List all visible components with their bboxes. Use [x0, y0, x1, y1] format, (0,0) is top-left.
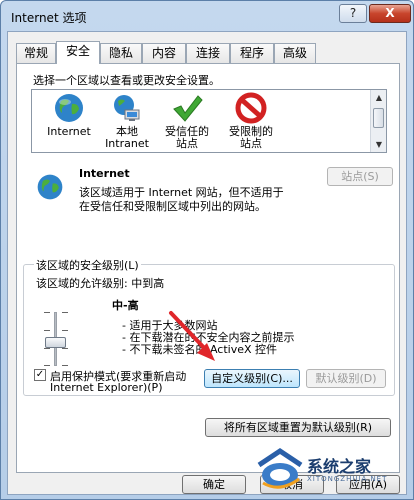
zone-local-intranet[interactable]: 本地 Intranet — [94, 92, 160, 150]
watermark-logo-icon — [257, 447, 303, 489]
slider-tick — [62, 348, 68, 349]
zone-list: Internet 本地 Intranet 受信任的 站点 受限制的 站点 ▲ ▼ — [31, 89, 387, 153]
zone-trusted-sites[interactable]: 受信任的 站点 — [154, 92, 220, 150]
protected-mode-label-line2[interactable]: Internet Explorer)(P) — [50, 381, 162, 394]
selected-zone-description-line2: 在受信任和受限制区域中列出的网站。 — [79, 200, 266, 213]
protected-mode-checkbox[interactable]: ✓ — [34, 369, 46, 381]
tab-programs[interactable]: 程序 — [230, 43, 274, 63]
zone-restricted-sites[interactable]: 受限制的 站点 — [218, 92, 284, 150]
slider-tick — [44, 312, 50, 313]
help-button[interactable]: ? — [339, 4, 367, 23]
globe-icon — [55, 94, 83, 122]
slider-tick — [62, 330, 68, 331]
selected-zone-name: Internet — [79, 167, 130, 180]
default-level-button[interactable]: 默认级别(D) — [306, 369, 386, 388]
scroll-down-icon[interactable]: ▼ — [372, 138, 386, 151]
dialog-window: Internet 选项 ? X 常规 安全 隐私 内容 连接 程序 高级 选择一… — [0, 0, 414, 500]
title-bar[interactable]: Internet 选项 ? X — [1, 1, 413, 31]
slider-tick — [62, 312, 68, 313]
slider-tick — [62, 365, 68, 366]
ok-button[interactable]: 确定 — [182, 475, 246, 494]
scroll-thumb[interactable] — [373, 108, 384, 128]
slider-tick — [44, 348, 50, 349]
zone-label-line2: 站点 — [176, 137, 198, 150]
tab-connections[interactable]: 连接 — [186, 43, 230, 63]
security-level-name: 中-高 — [112, 299, 139, 312]
tab-security[interactable]: 安全 — [56, 41, 100, 64]
window-title: Internet 选项 — [11, 11, 87, 25]
zone-internet[interactable]: Internet — [36, 92, 102, 138]
watermark-text: 系统之家 — [307, 457, 372, 476]
tab-content[interactable]: 内容 — [142, 43, 186, 63]
security-tab-panel: 选择一个区域以查看或更改安全设置。 Internet 本地 Intranet 受… — [16, 63, 400, 473]
zone-instruction: 选择一个区域以查看或更改安全设置。 — [33, 74, 220, 87]
tab-privacy[interactable]: 隐私 — [100, 43, 142, 63]
sites-button[interactable]: 站点(S) — [327, 167, 393, 186]
restricted-icon — [235, 92, 267, 124]
site-watermark: 系统之家 XITONGZHIJIA.NET — [251, 439, 411, 499]
security-level-slider[interactable] — [38, 312, 72, 366]
slider-thumb[interactable] — [45, 337, 66, 348]
reset-all-zones-button[interactable]: 将所有区域重置为默认级别(R) — [205, 418, 391, 437]
close-button[interactable]: X — [369, 4, 411, 23]
level-bullet-3: - 不下载未签名的 ActiveX 控件 — [122, 343, 278, 356]
intranet-icon — [114, 95, 140, 121]
slider-tick — [44, 330, 50, 331]
zone-label-line2: 站点 — [240, 137, 262, 150]
dialog-client-area: 常规 安全 隐私 内容 连接 程序 高级 选择一个区域以查看或更改安全设置。 I… — [7, 31, 407, 495]
checkmark-icon — [173, 95, 203, 122]
zone-label-line2: Intranet — [105, 137, 149, 150]
custom-level-button[interactable]: 自定义级别(C)... — [204, 369, 300, 388]
security-level-group: 该区域的安全级别(L) 该区域的允许级别: 中到高 中-高 - 适用于大多数网站 — [23, 257, 395, 396]
zone-label-line1: Internet — [47, 125, 91, 138]
slider-tick — [44, 365, 50, 366]
allowed-levels-label: 该区域的允许级别: 中到高 — [36, 277, 165, 290]
scroll-up-icon[interactable]: ▲ — [372, 91, 386, 104]
watermark-subtext: XITONGZHIJIA.NET — [307, 475, 388, 483]
security-level-group-title: 该区域的安全级别(L) — [34, 257, 141, 273]
tab-general[interactable]: 常规 — [16, 43, 56, 63]
zone-list-scrollbar[interactable]: ▲ ▼ — [370, 90, 386, 152]
selected-zone-globe-icon — [37, 174, 63, 200]
tab-advanced[interactable]: 高级 — [274, 43, 316, 63]
